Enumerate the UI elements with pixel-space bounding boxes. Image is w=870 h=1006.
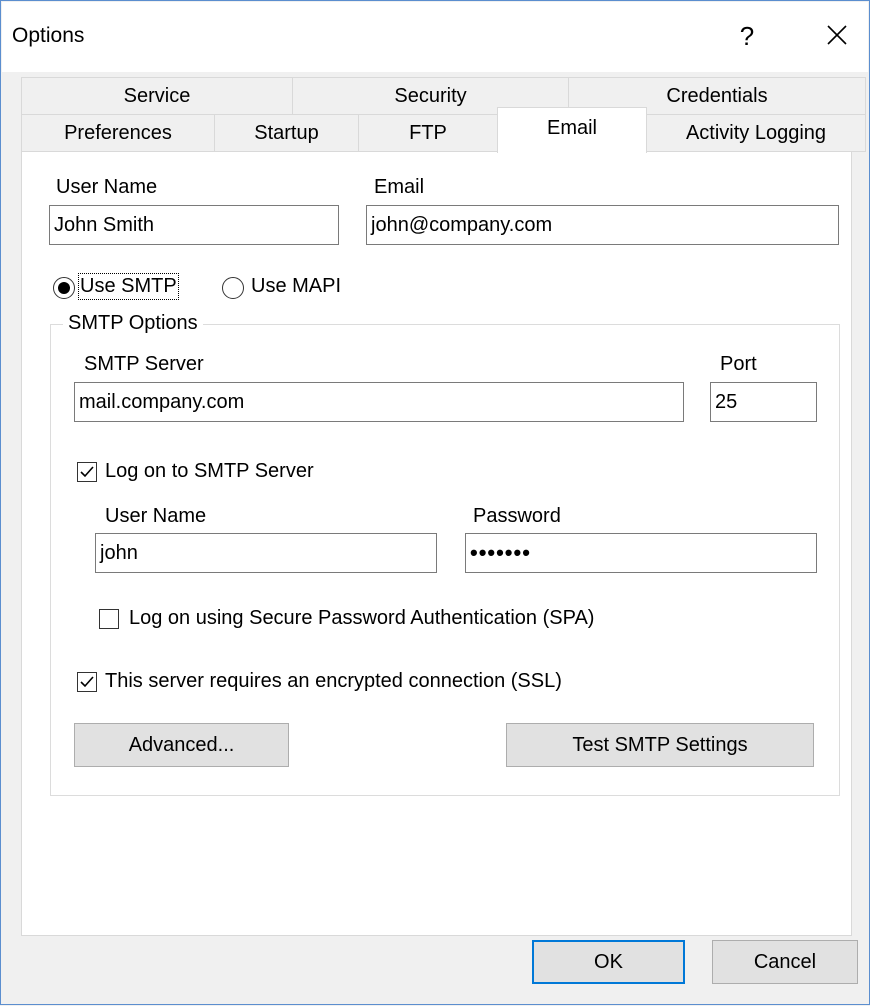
radio-selected-dot [58,282,70,294]
smtp-options-legend: SMTP Options [63,312,203,335]
password-field[interactable]: ••••••• [465,533,817,573]
spa-checkbox[interactable] [99,609,119,629]
email-tab-content: User Name John Smith Email john@company.… [1,1,870,1006]
logon-user-name-label: User Name [105,505,207,527]
use-smtp-label[interactable]: Use SMTP [78,273,179,300]
use-smtp-radio[interactable] [53,277,75,299]
user-name-field[interactable]: John Smith [49,205,339,245]
use-mapi-radio[interactable] [222,277,244,299]
options-dialog: Options ? Service Security Credentials P… [0,0,870,1005]
advanced-button[interactable]: Advanced... [74,723,289,767]
logon-user-name-field[interactable]: john [95,533,437,573]
test-smtp-settings-button[interactable]: Test SMTP Settings [506,723,814,767]
checkmark-icon [80,466,94,478]
email-label: Email [374,176,425,198]
smtp-server-label: SMTP Server [84,353,204,375]
email-field[interactable]: john@company.com [366,205,839,245]
ssl-checkbox[interactable] [77,672,97,692]
ssl-label[interactable]: This server requires an encrypted connec… [105,670,562,693]
smtp-server-field[interactable]: mail.company.com [74,382,684,422]
use-mapi-label[interactable]: Use MAPI [251,275,341,298]
port-label: Port [720,353,757,375]
password-label: Password [473,505,561,527]
logon-smtp-checkbox[interactable] [77,462,97,482]
spa-label[interactable]: Log on using Secure Password Authenticat… [129,607,594,630]
logon-smtp-label[interactable]: Log on to SMTP Server [105,460,314,483]
port-field[interactable]: 25 [710,382,817,422]
user-name-label: User Name [56,176,158,198]
checkmark-icon [80,676,94,688]
